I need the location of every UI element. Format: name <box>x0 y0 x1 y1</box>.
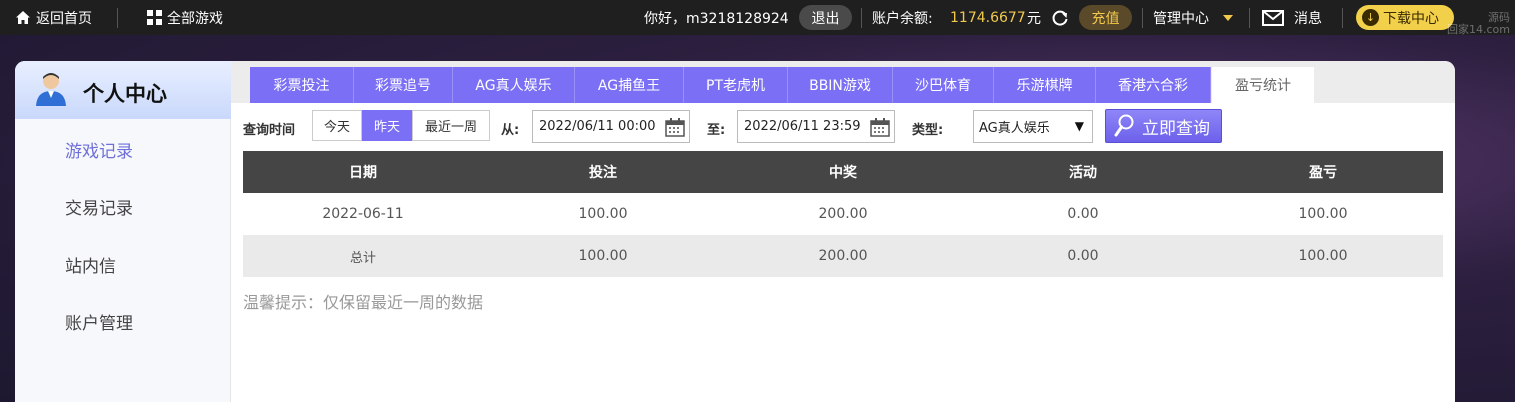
balance-unit: 元 <box>1027 10 1041 27</box>
column-header-win: 中奖 <box>829 165 857 181</box>
cell-profit: 100.00 <box>1298 206 1348 222</box>
tab-profit-stats[interactable]: 盈亏统计 <box>1212 67 1314 103</box>
type-select-value: AG真人娱乐 <box>979 121 1050 136</box>
manage-center-label: 管理中心 <box>1153 10 1209 27</box>
balance-value: 1174.6677 <box>950 9 1026 26</box>
to-label: 至: <box>707 123 726 138</box>
user-avatar-icon <box>36 73 66 106</box>
refresh-icon[interactable] <box>1051 0 1069 35</box>
to-date-input[interactable]: 2022/06/11 23:59 <box>737 110 895 143</box>
sidebar: 个人中心 游戏记录 交易记录 站内信 账户管理 <box>15 61 231 402</box>
cell-bet: 100.00 <box>578 248 628 264</box>
main-panel: 个人中心 游戏记录 交易记录 站内信 账户管理 彩票投注 彩票追号 AG真人娱乐… <box>15 61 1455 402</box>
tab-leyou-chess[interactable]: 乐游棋牌 <box>994 67 1096 103</box>
tab-lottery-bet[interactable]: 彩票投注 <box>250 67 354 103</box>
tab-lottery-chase[interactable]: 彩票追号 <box>354 67 453 103</box>
manage-center-menu[interactable]: 管理中心 <box>1153 0 1233 35</box>
sidebar-item-game-records[interactable]: 游戏记录 <box>65 137 133 162</box>
watermark: 源码 回家14.com <box>1447 11 1510 36</box>
cell-profit: 100.00 <box>1298 248 1348 264</box>
sidebar-item-inbox[interactable]: 站内信 <box>65 252 116 277</box>
all-games-link[interactable]: 全部游戏 <box>147 0 223 35</box>
messages-label: 消息 <box>1294 10 1322 27</box>
home-link[interactable]: 返回首页 <box>15 0 92 35</box>
column-header-promo: 活动 <box>1069 165 1097 181</box>
table-row: 2022-06-11 100.00 200.00 0.00 100.00 <box>243 193 1443 235</box>
home-icon <box>16 11 30 24</box>
from-label: 从: <box>501 123 520 138</box>
triangle-down-icon: ▼ <box>1074 119 1084 133</box>
calendar-icon[interactable] <box>665 118 685 137</box>
from-date-input[interactable]: 2022/06/11 00:00 <box>532 110 690 143</box>
messages-link[interactable]: 消息 <box>1262 0 1322 35</box>
query-time-label: 查询时间 <box>243 123 296 138</box>
cell-promo: 0.00 <box>1067 248 1099 264</box>
sidebar-item-account[interactable]: 账户管理 <box>65 309 133 334</box>
type-label: 类型: <box>912 123 944 138</box>
table-total-row: 总计 100.00 200.00 0.00 100.00 <box>243 235 1443 277</box>
caret-down-icon <box>1223 14 1233 21</box>
calendar-icon[interactable] <box>870 118 890 137</box>
range-week-button[interactable]: 最近一周 <box>412 110 490 141</box>
divider <box>1142 8 1143 28</box>
magnifier-icon <box>1114 114 1134 137</box>
tab-pt-slots[interactable]: PT老虎机 <box>684 67 788 103</box>
grid-icon <box>147 10 162 25</box>
tab-ag-live[interactable]: AG真人娱乐 <box>453 67 575 103</box>
to-date-value: 2022/06/11 23:59 <box>744 119 861 134</box>
cell-date: 2022-06-11 <box>322 206 404 222</box>
logout-button[interactable]: 退出 <box>799 5 852 30</box>
query-now-label: 立即查询 <box>1142 118 1210 139</box>
tab-hk-mark-six[interactable]: 香港六合彩 <box>1096 67 1211 103</box>
sidebar-title: 个人中心 <box>83 82 167 106</box>
sidebar-item-transactions[interactable]: 交易记录 <box>65 194 133 219</box>
tab-bbin[interactable]: BBIN游戏 <box>788 67 893 103</box>
type-select[interactable]: AG真人娱乐 ▼ <box>973 110 1093 143</box>
divider <box>1342 8 1343 28</box>
column-header-profit: 盈亏 <box>1309 165 1337 181</box>
range-yesterday-button[interactable]: 昨天 <box>362 110 412 141</box>
balance-label: 账户余额: <box>872 10 933 27</box>
divider <box>117 8 118 28</box>
cell-win: 200.00 <box>818 248 868 264</box>
divider <box>1249 8 1250 28</box>
tab-ag-fishing[interactable]: AG捕鱼王 <box>575 67 684 103</box>
tab-bar: 彩票投注 彩票追号 AG真人娱乐 AG捕鱼王 PT老虎机 BBIN游戏 沙巴体育… <box>231 61 1455 103</box>
download-icon: ↓ <box>1362 9 1379 26</box>
greeting: 你好，m3218128924 <box>644 10 789 27</box>
all-games-label: 全部游戏 <box>167 10 223 27</box>
table-header: 日期 投注 中奖 活动 盈亏 <box>243 151 1443 193</box>
recharge-button[interactable]: 充值 <box>1079 5 1132 30</box>
tab-saba-sports[interactable]: 沙巴体育 <box>893 67 994 103</box>
cell-promo: 0.00 <box>1067 206 1099 222</box>
envelope-icon <box>1262 9 1284 26</box>
column-header-bet: 投注 <box>589 165 617 181</box>
from-date-value: 2022/06/11 00:00 <box>539 119 656 134</box>
range-today-button[interactable]: 今天 <box>312 110 362 141</box>
divider <box>861 8 862 28</box>
top-bar: 返回首页 全部游戏 你好，m3218128924 退出 账户余额: 1174.6… <box>0 0 1515 36</box>
cell-bet: 100.00 <box>578 206 628 222</box>
column-header-date: 日期 <box>349 165 377 181</box>
sidebar-header: 个人中心 <box>15 61 231 119</box>
retention-tip: 温馨提示：仅保留最近一周的数据 <box>243 293 484 312</box>
query-now-button[interactable]: 立即查询 <box>1105 109 1222 143</box>
cell-win: 200.00 <box>818 206 868 222</box>
cell-total-label: 总计 <box>349 250 376 266</box>
home-label: 返回首页 <box>36 10 92 27</box>
